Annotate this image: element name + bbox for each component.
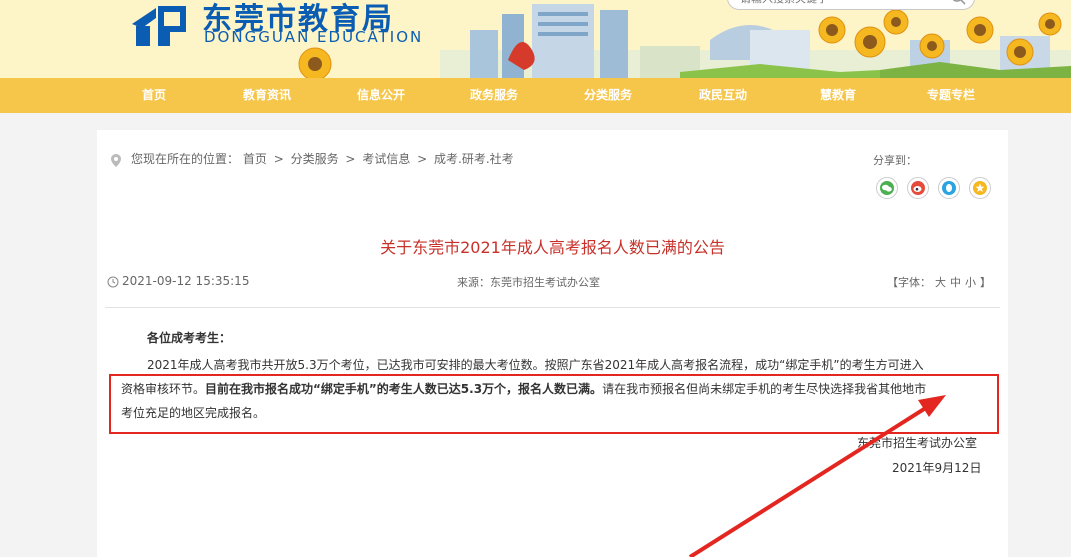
- logo-icon[interactable]: [130, 2, 188, 46]
- breadcrumb-item-adult-exam[interactable]: 成考.研考.社考: [434, 152, 514, 166]
- font-size-control: 【字体： 大中小】: [885, 274, 993, 290]
- share-qq-button[interactable]: [938, 177, 960, 199]
- article-text-line: 考位充足的地区完成报名。: [121, 406, 266, 420]
- nav-item-interaction[interactable]: 政民互动: [688, 78, 758, 113]
- font-size-medium-button[interactable]: 中: [950, 276, 961, 289]
- clock-icon: [107, 276, 119, 288]
- article-salutation: 各位成考考生：: [147, 331, 232, 345]
- breadcrumb-separator: >: [417, 152, 428, 166]
- breadcrumb-item-category-service[interactable]: 分类服务: [291, 152, 339, 166]
- breadcrumb-item-exam-info[interactable]: 考试信息: [362, 152, 410, 166]
- share-wechat-button[interactable]: [876, 177, 898, 199]
- star-icon: [973, 181, 987, 195]
- article-sign-date: 2021年9月12日: [892, 461, 982, 475]
- site-name-en: DONGGUAN EDUCATION: [204, 28, 424, 46]
- nav-item-info-disclosure[interactable]: 信息公开: [346, 78, 416, 113]
- breadcrumb-prefix: 您现在所在的位置：: [131, 152, 240, 166]
- font-size-large-button[interactable]: 大: [935, 276, 946, 289]
- nav-item-home[interactable]: 首页: [128, 78, 180, 113]
- sunflower-decoration-icon: [298, 47, 332, 78]
- share-favorite-button[interactable]: [969, 177, 991, 199]
- article-signature: 东莞市招生考试办公室: [857, 436, 978, 450]
- search-icon[interactable]: [950, 0, 966, 5]
- header-banner-illustration: [440, 4, 1071, 78]
- qq-icon: [942, 181, 956, 195]
- article-source: 来源：东莞市招生考试办公室: [457, 276, 600, 289]
- share-label: 分享到：: [873, 154, 917, 167]
- article-panel: 您现在所在的位置： 首页 > 分类服务 > 考试信息 > 成考.研考.社考 分享…: [97, 130, 1008, 557]
- breadcrumb-separator: >: [345, 152, 356, 166]
- nav-item-special-topics[interactable]: 专题专栏: [916, 78, 986, 113]
- article-text-segment: 请在我市预报名但尚未绑定手机的考生尽快选择我省其他地市: [602, 382, 927, 396]
- article-text-line: 资格审核环节。目前在我市报名成功“绑定手机”的考生人数已达5.3万个，报名人数已…: [121, 380, 926, 397]
- nav-item-news[interactable]: 教育资讯: [232, 78, 302, 113]
- nav-item-smart-education[interactable]: 慧教育: [810, 78, 866, 113]
- location-pin-icon: [111, 154, 121, 167]
- breadcrumb: 您现在所在的位置： 首页 > 分类服务 > 考试信息 > 成考.研考.社考: [131, 150, 514, 167]
- article-bold-segment: 目前在我市报名成功“绑定手机”的考生人数已达5.3万个，报名人数已满。: [205, 382, 603, 396]
- nav-item-gov-service[interactable]: 政务服务: [459, 78, 529, 113]
- font-size-small-button[interactable]: 小: [965, 276, 976, 289]
- weibo-icon: [911, 181, 925, 195]
- nav-item-category-service[interactable]: 分类服务: [573, 78, 643, 113]
- article-title: 关于东莞市2021年成人高考报名人数已满的公告: [380, 238, 725, 257]
- article-text-segment: 资格审核环节。: [121, 382, 206, 396]
- wechat-icon: [880, 181, 894, 195]
- header-divider: [105, 307, 1000, 308]
- font-size-suffix: 】: [980, 276, 991, 289]
- breadcrumb-item-home[interactable]: 首页: [243, 152, 267, 166]
- share-weibo-button[interactable]: [907, 177, 929, 199]
- site-header: 东莞市教育局 DONGGUAN EDUCATION: [0, 0, 1071, 78]
- font-size-prefix: 【字体：: [887, 276, 931, 289]
- search-box: [727, 0, 975, 10]
- publish-date: 2021-09-12 15:35:15: [122, 274, 250, 288]
- search-input[interactable]: [738, 0, 942, 7]
- main-nav: 首页 教育资讯 信息公开 政务服务 分类服务 政民互动 慧教育 专题专栏: [0, 78, 1071, 113]
- breadcrumb-separator: >: [273, 152, 284, 166]
- article-text-line: 2021年成人高考我市共开放5.3万个考位，已达我市可安排的最大考位数。按照广东…: [147, 358, 924, 372]
